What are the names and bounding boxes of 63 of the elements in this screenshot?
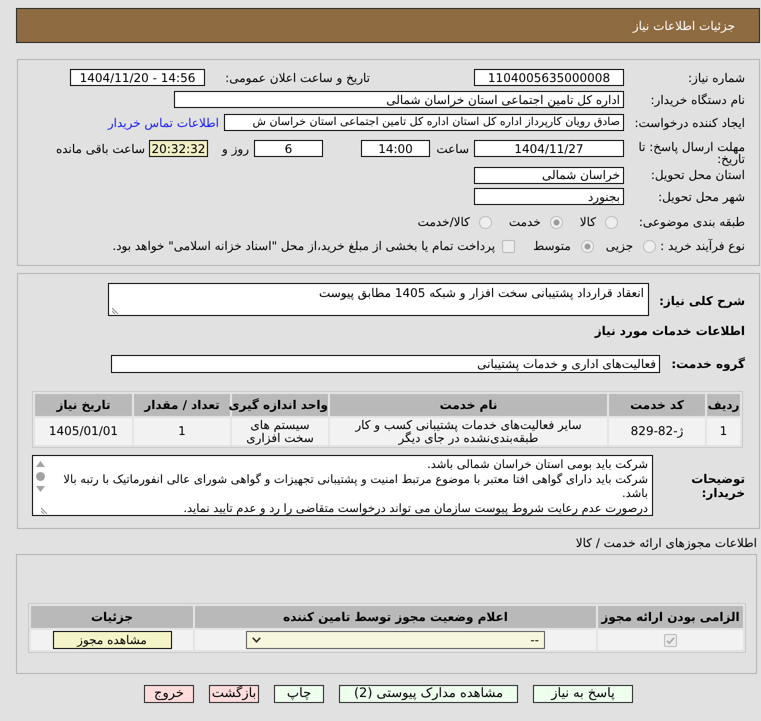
field-label: شرح کلی نیاز: [658, 292, 745, 310]
scroll-down-icon[interactable] [36, 486, 45, 492]
table-cell: سیستم های سخت افزاری [232, 418, 328, 445]
radio-label: کالا [580, 214, 596, 231]
resize-grip-icon[interactable] [41, 507, 48, 514]
scroll-thumb-icon[interactable] [36, 472, 45, 481]
table-header-cell: جزئیات [31, 606, 193, 628]
field-label: گروه خدمت: [670, 356, 745, 373]
radio-label: خدمت [508, 214, 541, 231]
resize-grip-icon[interactable] [112, 307, 119, 314]
need-number-field[interactable]: 1104005635000008 [474, 69, 624, 86]
radio-label: متوسط [533, 238, 571, 255]
field-label: ساعت باقی مانده [56, 140, 145, 157]
notes-box[interactable]: شرکت باید بومی استان خراسان شمالی باشد. شرکت باید دارای گواهی افتا معتبر با موضوع مرتبط امنیت و پشتیبانی تجهیزات و گواهی شورای عالی انفورماتیک با رتبه بالا باشد. درصورت عدم رعایت شروط پیوست سازمان می تواند درخواست متقاضی را رد و عدم تایید نماید. [32, 455, 653, 516]
chevron-down-icon[interactable] [252, 637, 261, 644]
table-cell: سایر فعالیت‌های خدمات پشتیبانی کسب و کار طبقه‌بندی‌نشده در جای دیگر [330, 418, 607, 445]
checkbox-label: پرداخت تمام یا بخشی از مبلغ خرید،از محل "اسناد خزانه اسلامی" خواهد بود. [112, 238, 496, 255]
field-label: شهر محل تحویل: [657, 188, 745, 206]
radio-label: کالا/خدمت [418, 214, 470, 231]
section-heading: اطلاعات مجوزهای ارائه خدمت / کالا [574, 536, 757, 550]
field-label: نام دستگاه خریدار: [650, 92, 745, 108]
field-label: مهلت ارسال پاسخ: تا تاریخ: [637, 140, 745, 165]
back-button[interactable]: بازگشت [209, 685, 259, 703]
service-group-field[interactable]: فعالیت‌های اداری و خدمات پشتیبانی [111, 355, 660, 373]
table-header-cell: تعداد / مقدار [134, 394, 230, 416]
table-header-cell: الزامی بودن ارائه مجوز [598, 606, 743, 628]
page-title: جزئیات اطلاعات نیاز [632, 18, 735, 34]
requester-field[interactable]: صادق رویان کارپرداز اداره کل استان اداره کل تامین اجتماعی استان خراسان ش [224, 114, 624, 131]
table-header-cell: ردیف [707, 394, 740, 416]
province-field[interactable]: خراسان شمالی [474, 166, 624, 184]
field-label: ایجاد کننده درخواست: [633, 114, 745, 132]
field-label: طبقه بندی موضوعی: [638, 214, 745, 231]
field-label: روز و [222, 140, 249, 157]
exit-button[interactable]: خروج [144, 685, 194, 703]
deadline-date-field[interactable]: 1404/11/27 [474, 140, 624, 157]
field-label: توضیحات خریدار: [690, 472, 745, 500]
field-label: شماره نیاز: [687, 70, 745, 86]
print-button[interactable]: چاپ [274, 685, 324, 703]
table-cell: 1405/01/01 [35, 418, 132, 445]
remaining-time-field[interactable]: 20:32:32 [149, 140, 208, 157]
scroll-up-icon[interactable] [36, 461, 45, 467]
reply-button[interactable]: پاسخ به نیاز [533, 685, 633, 703]
table-cell: 1 [134, 418, 230, 445]
table-header-cell: نام خدمت [330, 394, 607, 416]
city-field[interactable]: بجنورد [474, 188, 624, 205]
buyer-org-field[interactable]: اداره کل تامین اجتماعی استان خراسان شمالی [174, 91, 624, 108]
description-box[interactable]: انعقاد قرارداد پشتیبانی سخت افزار و شبکه 1405 مطابق پیوست [108, 283, 649, 316]
radio-label: جزیی [606, 238, 634, 255]
table-header-cell: تاریخ نیاز [35, 394, 132, 416]
field-label: استان محل تحویل: [650, 167, 745, 184]
table-cell: 1 [707, 418, 740, 445]
announce-date-field[interactable]: 1404/11/20 - 14:56 [70, 69, 205, 86]
section-heading: اطلاعات خدمات مورد نیاز [593, 323, 745, 339]
field-label: تاریخ و ساعت اعلان عمومی: [224, 70, 370, 86]
field-label: نوع فرآیند خرید : [660, 238, 745, 255]
field-label: ساعت [435, 140, 469, 157]
table-header-cell: اعلام وضعیت مجوز توسط تامین کننده [195, 606, 596, 628]
contact-link[interactable]: اطلاعات تماس خریدار [108, 114, 219, 132]
remaining-days-field[interactable]: 6 [254, 140, 323, 157]
table-header-cell: کد خدمت [609, 394, 705, 416]
deadline-time-field[interactable]: 14:00 [361, 140, 430, 157]
table-cell: ژ-82-829 [609, 418, 705, 445]
attachments-button[interactable]: مشاهده مدارک پیوستی (2) [339, 685, 518, 703]
